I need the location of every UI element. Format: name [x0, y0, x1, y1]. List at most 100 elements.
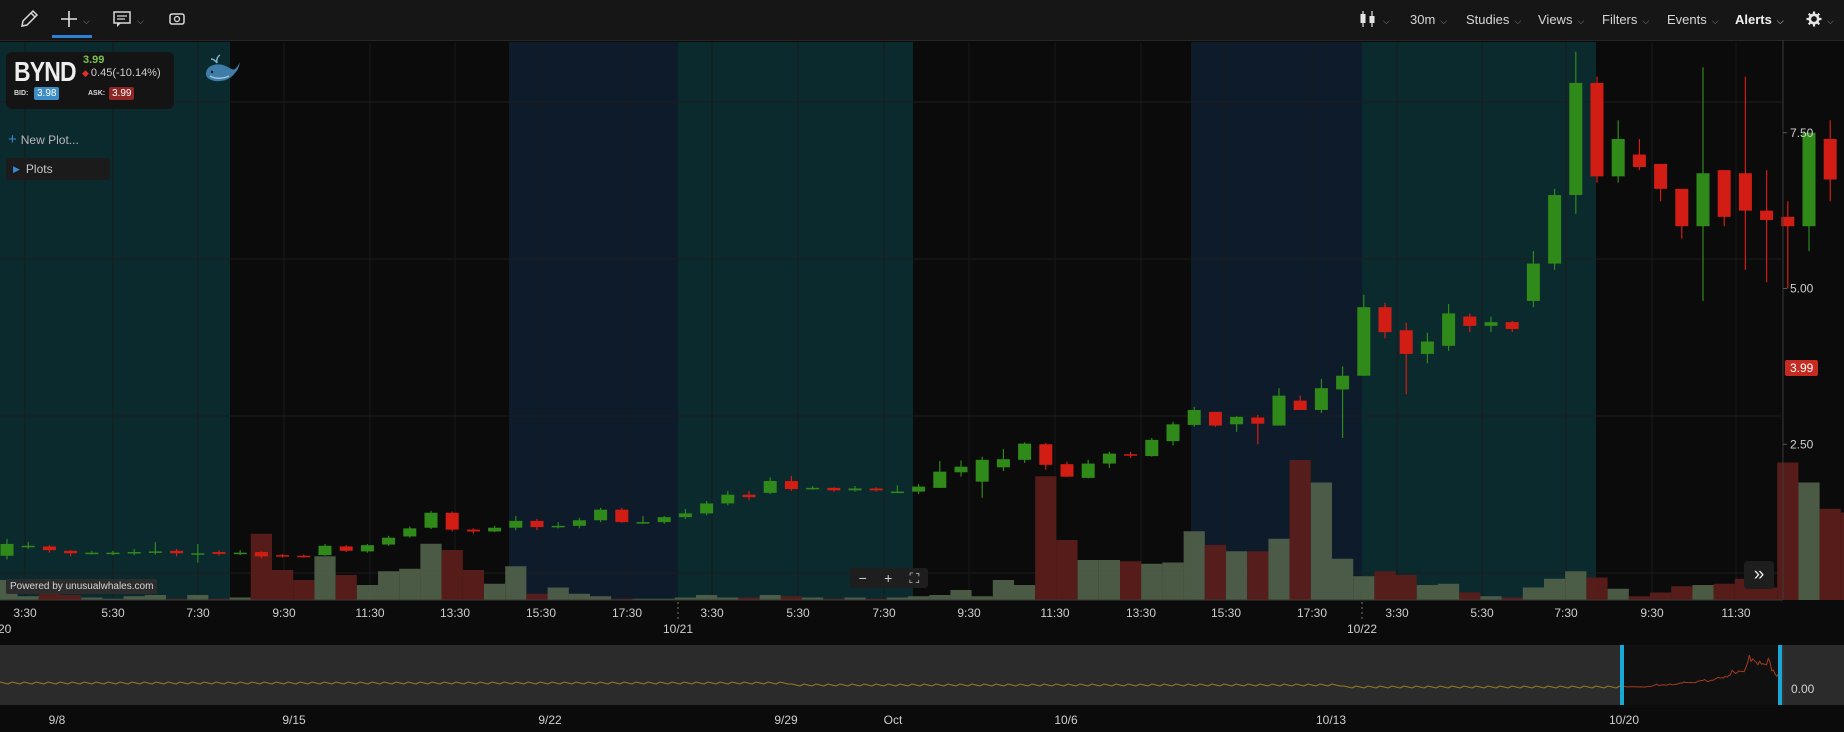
interval-dropdown[interactable]: 30m ⌵: [1410, 0, 1447, 38]
candle-body: [806, 487, 820, 490]
x-tick-label: 3:30: [1385, 606, 1409, 620]
zoom-out-button[interactable]: −: [859, 568, 867, 588]
powered-by-label[interactable]: Powered by unusualwhales.com: [6, 579, 158, 594]
candle-body: [1463, 316, 1477, 326]
volume-bar: [1162, 562, 1184, 600]
volume-bar: [1459, 592, 1481, 600]
candle-body: [1802, 132, 1816, 227]
toolbar: ⌵ ⌵ ⌵ 30m ⌵ Studies ⌵ Views ⌵ Filters ⌵ Even…: [0, 0, 1844, 41]
volume-bar: [1756, 587, 1778, 600]
candle-body: [106, 552, 120, 555]
candle-body: [1611, 138, 1625, 177]
candle-body: [85, 552, 99, 555]
x-tick-label: 11:30: [355, 606, 384, 620]
volume-bar: [1035, 476, 1057, 600]
volume-bar: [1310, 482, 1332, 600]
candle-body: [1018, 443, 1032, 460]
price-chart[interactable]: 2.50 5.00 7.50 3:30 5:30 7:30 9:30 11:30 13:30 15…: [0, 40, 1844, 730]
candle-body: [1378, 307, 1392, 333]
candle-body: [1187, 409, 1201, 425]
candle-body: [933, 471, 947, 488]
candle-body: [1632, 154, 1646, 168]
candle-body: [721, 494, 735, 504]
candle-body: [1484, 322, 1498, 326]
navigator-handle-left: [1620, 645, 1624, 705]
volume-bar: [1544, 578, 1566, 600]
candle-body: [1230, 416, 1244, 425]
volume-bar: [1607, 588, 1629, 600]
views-dropdown[interactable]: Views ⌵: [1538, 0, 1584, 38]
candle-body: [1420, 341, 1434, 354]
volume-bar: [950, 590, 972, 600]
views-label: Views: [1538, 11, 1573, 27]
events-label: Events: [1667, 11, 1707, 27]
candle-body: [1124, 454, 1138, 456]
crosshair-icon[interactable]: ⌵: [60, 0, 90, 38]
candle-body: [1505, 322, 1519, 329]
navigator-panel: [0, 645, 1844, 705]
x-tick-label: 9:30: [1640, 606, 1664, 620]
candle-body: [191, 553, 205, 555]
volume-bar: [1204, 545, 1226, 600]
candle-body: [869, 488, 883, 491]
studies-dropdown[interactable]: Studies ⌵: [1466, 0, 1521, 38]
bid-value: 3.98: [34, 87, 60, 100]
candle-body: [318, 545, 332, 556]
volume-bar: [1374, 571, 1396, 600]
candle-body: [1357, 307, 1371, 376]
screenshot-icon[interactable]: [168, 0, 186, 38]
navigator-date-label: 10/6: [1054, 713, 1078, 727]
candle-body: [1717, 170, 1731, 217]
volume-bar: [1628, 596, 1650, 600]
last-price: 3.99: [83, 54, 105, 66]
bid-label: BID:: [14, 90, 29, 97]
chevron-down-icon: ⌵: [1711, 15, 1719, 26]
volume-bar: [1416, 585, 1438, 600]
volume-bar: [1268, 538, 1290, 600]
gear-icon: [1806, 11, 1822, 27]
x-tick-label: 13:30: [440, 606, 470, 620]
session-band-premarket: [678, 42, 913, 600]
volume-bar: [1522, 587, 1544, 600]
volume-bar: [293, 580, 315, 600]
date-label: 10/21: [663, 622, 693, 636]
candle-body: [657, 517, 671, 523]
comment-icon[interactable]: ⌵: [112, 0, 144, 38]
candle-body: [1272, 395, 1286, 426]
pencil-icon[interactable]: [18, 0, 40, 38]
scroll-to-latest-button[interactable]: »: [1744, 561, 1774, 589]
candle-body: [233, 552, 247, 555]
candle-body: [1442, 313, 1456, 346]
volume-bar: [272, 570, 294, 600]
down-arrow-icon: ◆: [82, 68, 89, 78]
filters-dropdown[interactable]: Filters ⌵: [1602, 0, 1649, 38]
candlestick-icon[interactable]: ⌵: [1358, 0, 1390, 38]
volume-bar: [1353, 576, 1375, 600]
volume-bar: [1692, 585, 1714, 600]
volume-bar: [908, 596, 930, 600]
zoom-in-button[interactable]: +: [884, 568, 892, 588]
volume-bar: [1056, 540, 1078, 600]
navigator-price-label: 0.00: [1791, 682, 1815, 696]
volume-bar: [1586, 577, 1608, 600]
candle-body: [0, 543, 14, 556]
volume-bar: [335, 575, 357, 600]
candle-body: [572, 520, 586, 526]
candle-body: [466, 529, 480, 532]
alerts-dropdown[interactable]: Alerts ⌵: [1735, 0, 1784, 38]
fullscreen-icon[interactable]: ⛶: [910, 568, 920, 588]
events-dropdown[interactable]: Events ⌵: [1667, 0, 1719, 38]
settings-button[interactable]: ⌵: [1806, 0, 1834, 38]
x-tick-label: 9:30: [957, 606, 981, 620]
volume-bar: [1650, 592, 1672, 600]
new-plot-button[interactable]: + New Plot...: [8, 131, 79, 148]
navigator-date-label: 9/29: [774, 713, 798, 727]
plots-toggle[interactable]: ▶ Plots: [6, 158, 110, 180]
candle-body: [700, 503, 714, 514]
volume-bar: [1014, 585, 1036, 600]
ask-label: ASK:: [88, 90, 106, 97]
chevron-down-icon: ⌵: [1827, 15, 1834, 26]
navigator-selection: [1622, 645, 1782, 705]
candle-body: [636, 522, 650, 524]
candle-body: [127, 552, 141, 554]
